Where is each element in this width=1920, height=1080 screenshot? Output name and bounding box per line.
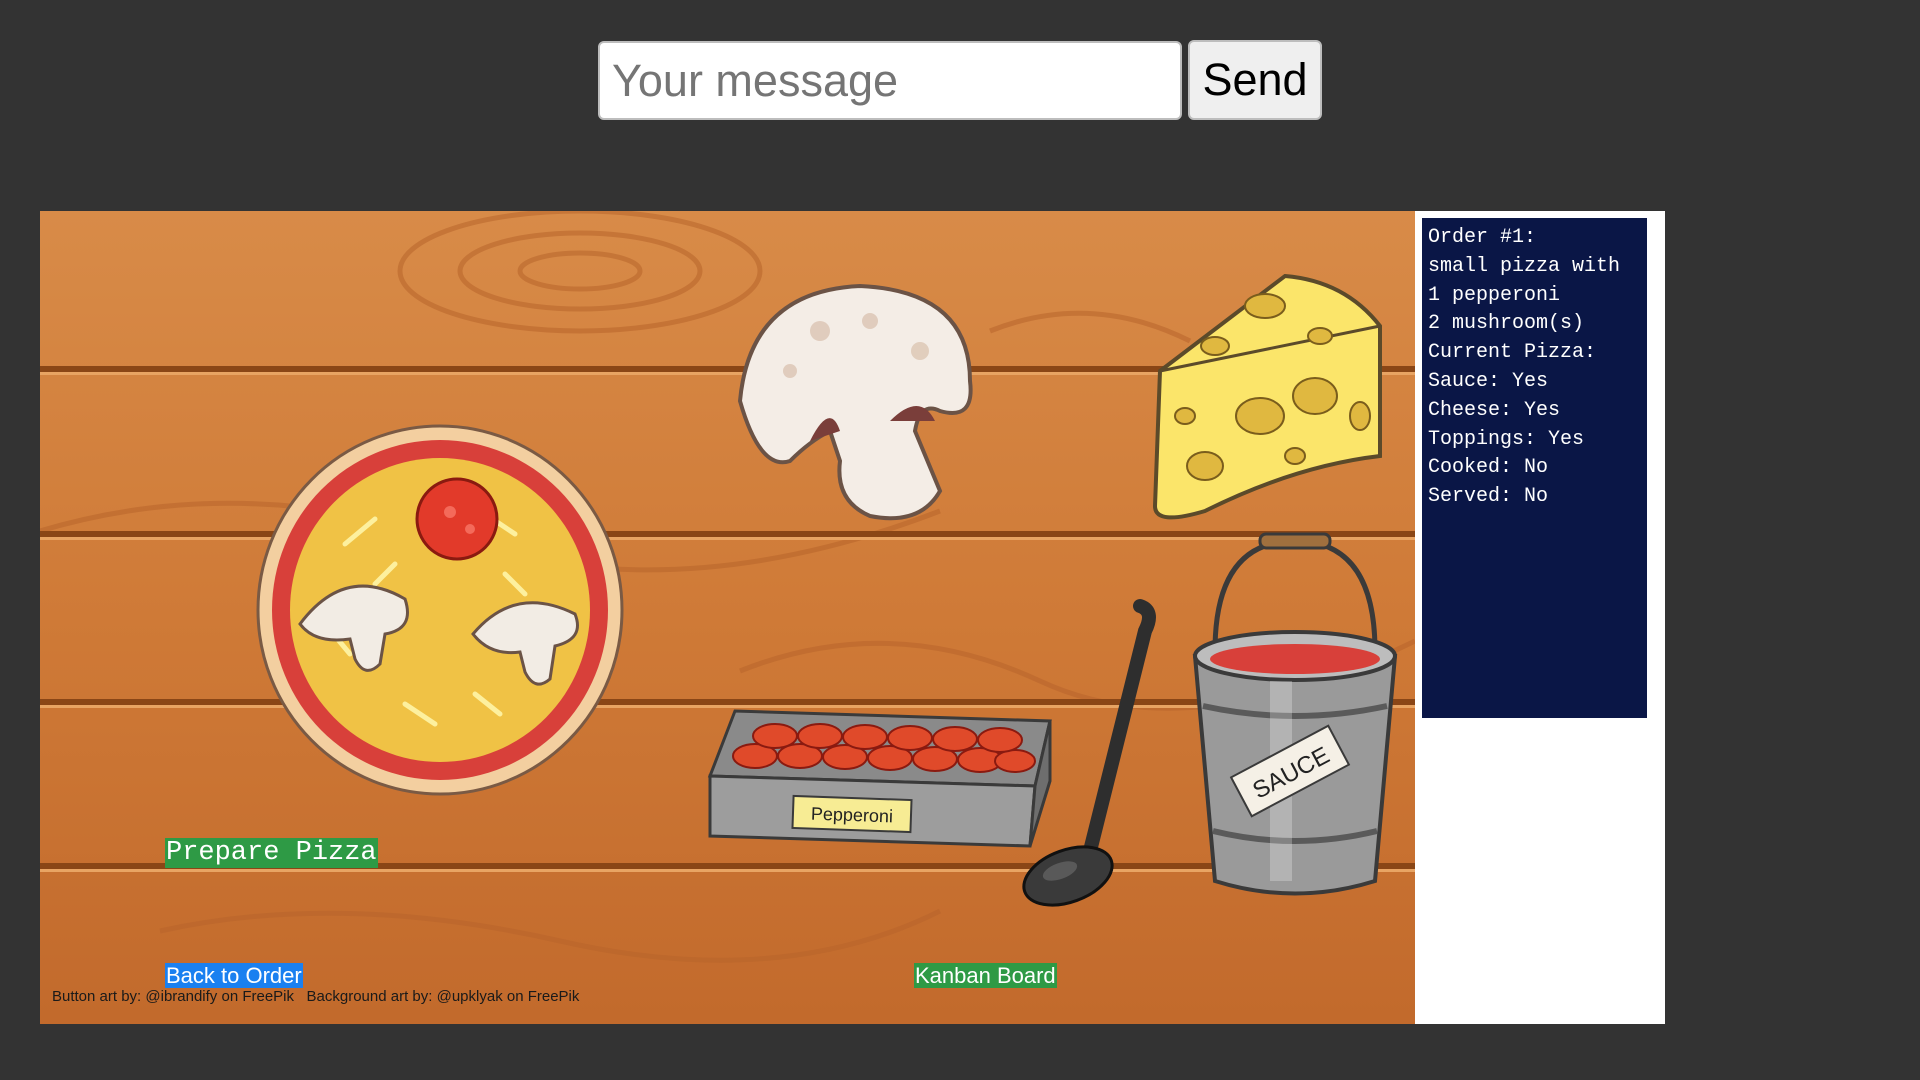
ladle[interactable]	[1020, 591, 1160, 911]
current-pizza-heading: Current Pizza:	[1428, 341, 1597, 365]
pepperoni-slice	[415, 477, 499, 561]
status-toppings: Toppings: Yes	[1428, 427, 1585, 451]
back-to-order-button[interactable]: Back to Order	[165, 963, 303, 988]
status-cheese: Cheese: Yes	[1428, 398, 1561, 422]
order-size-line: small pizza with	[1428, 254, 1621, 278]
cheese-ingredient[interactable]	[1145, 266, 1390, 526]
kanban-board-button[interactable]: Kanban Board	[914, 963, 1057, 988]
svg-text:Pepperoni: Pepperoni	[811, 804, 894, 827]
pepperoni-tag: Pepperoni	[791, 794, 913, 834]
game-canvas: Pepperoni SAUCE Prepare Pizza Back to Or…	[40, 211, 1415, 1024]
status-sauce: Sauce: Yes	[1428, 369, 1549, 393]
chat-bar: Send	[0, 0, 1920, 200]
sauce-bucket[interactable]: SAUCE	[1175, 531, 1415, 911]
status-served: Served: No	[1428, 485, 1549, 509]
button-art-credit: Button art by: @ibrandify on FreePik	[52, 988, 295, 1005]
order-title: Order #1:	[1428, 226, 1537, 249]
art-credits: Button art by: @ibrandify on FreePik Bac…	[52, 988, 579, 1005]
send-button[interactable]: Send	[1188, 40, 1322, 120]
pizza[interactable]	[255, 424, 625, 796]
background-art-credit: Background art by: @upklyak on FreePik	[306, 988, 580, 1005]
order-topping-line: 1 pepperoni	[1428, 283, 1561, 307]
message-input[interactable]	[598, 41, 1182, 120]
prepare-pizza-button[interactable]: Prepare Pizza	[165, 838, 378, 868]
order-side-panel: Order #1: small pizza with 1 pepperoni 2…	[1415, 211, 1665, 1024]
order-topping-line: 2 mushroom(s)	[1428, 312, 1585, 336]
mushroom-ingredient[interactable]	[730, 281, 980, 521]
pepperoni-tray[interactable]: Pepperoni	[705, 701, 1055, 851]
status-cooked: Cooked: No	[1428, 456, 1549, 480]
order-status-box: Order #1: small pizza with 1 pepperoni 2…	[1422, 218, 1647, 718]
